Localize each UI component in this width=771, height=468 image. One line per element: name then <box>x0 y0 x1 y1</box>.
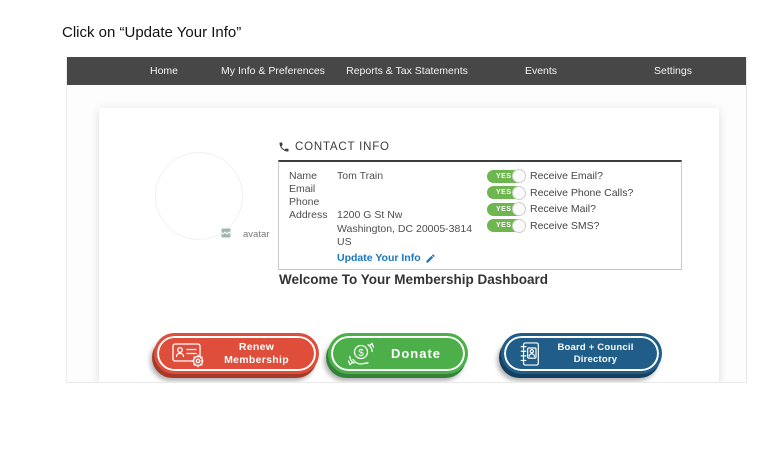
nav-item-reports[interactable]: Reports & Tax Statements <box>346 57 468 85</box>
pref-row-email: YES Receive Email? <box>487 168 633 185</box>
directory-book-icon <box>518 340 542 368</box>
communication-preferences: YES Receive Email? YES Receive Phone Cal… <box>487 168 633 234</box>
toggle-receive-sms[interactable]: YES <box>487 219 525 232</box>
toggle-knob <box>512 219 526 233</box>
renew-membership-label: Renew Membership <box>207 341 316 366</box>
nav-item-home[interactable]: Home <box>150 57 178 85</box>
toggle-state-label: YES <box>496 187 512 198</box>
toggle-state-label: YES <box>496 204 512 215</box>
donate-label: Donate <box>377 346 465 362</box>
field-value-name: Tom Train <box>337 170 383 182</box>
instruction-text: Click on “Update Your Info” <box>62 24 241 41</box>
toggle-state-label: YES <box>496 220 512 231</box>
main-navbar: Home My Info & Preferences Reports & Tax… <box>67 57 746 85</box>
toggle-knob <box>512 186 526 200</box>
renew-label-line2: Membership <box>207 354 306 367</box>
field-value-address-line3: US <box>337 236 352 248</box>
pref-label-sms: Receive SMS? <box>530 220 599 232</box>
contact-info-title: CONTACT INFO <box>295 141 390 153</box>
toggle-receive-phone-calls[interactable]: YES <box>487 186 525 199</box>
renew-membership-button[interactable]: Renew Membership <box>154 333 319 374</box>
board-council-directory-button[interactable]: Board + Council Directory <box>501 333 662 374</box>
toggle-knob <box>512 169 526 183</box>
field-value-address-line2: Washington, DC 20005-3814 <box>337 223 472 235</box>
contact-info-header: CONTACT INFO <box>278 141 390 153</box>
board-label-line1: Board + Council Directory <box>557 342 633 364</box>
contact-info-box: Name Tom Train Email Phone Address 1200 … <box>278 160 682 270</box>
phone-icon <box>278 141 290 153</box>
dashboard-card: avatar CONTACT INFO Name Tom Train Email… <box>99 108 719 383</box>
broken-image-icon <box>220 227 232 239</box>
pref-label-phone-calls: Receive Phone Calls? <box>530 187 633 199</box>
pref-row-phone-calls: YES Receive Phone Calls? <box>487 185 633 202</box>
avatar-alt-text: avatar <box>243 229 269 240</box>
pref-row-sms: YES Receive SMS? <box>487 218 633 235</box>
nav-item-events[interactable]: Events <box>525 57 557 85</box>
svg-text:$: $ <box>358 347 364 358</box>
donate-button[interactable]: $ Donate <box>328 333 468 374</box>
membership-dashboard-screenshot: Home My Info & Preferences Reports & Tax… <box>66 57 747 383</box>
pref-row-mail: YES Receive Mail? <box>487 201 633 218</box>
field-label-email: Email <box>289 183 315 195</box>
field-value-address-line1: 1200 G St Nw <box>337 209 402 221</box>
avatar: avatar <box>155 152 243 240</box>
pref-label-email: Receive Email? <box>530 170 603 182</box>
renew-label-line1: Renew <box>207 341 306 354</box>
board-council-label: Board + Council Directory <box>542 342 659 365</box>
donate-hand-money-icon: $ <box>345 339 377 369</box>
update-link-label: Update Your Info <box>337 252 421 264</box>
nav-item-my-info[interactable]: My Info & Preferences <box>221 57 325 85</box>
toggle-state-label: YES <box>496 171 512 182</box>
pencil-icon <box>425 253 436 264</box>
donate-label-line1: Donate <box>391 346 441 361</box>
welcome-heading: Welcome To Your Membership Dashboard <box>279 272 548 287</box>
toggle-knob <box>512 202 526 216</box>
toggle-receive-email[interactable]: YES <box>487 170 525 183</box>
update-your-info-link[interactable]: Update Your Info <box>337 252 436 264</box>
field-label-phone: Phone <box>289 196 319 208</box>
nav-item-settings[interactable]: Settings <box>654 57 692 85</box>
pref-label-mail: Receive Mail? <box>530 203 596 215</box>
toggle-receive-mail[interactable]: YES <box>487 203 525 216</box>
field-label-name: Name <box>289 170 317 182</box>
membership-card-icon <box>171 340 207 368</box>
field-label-address: Address <box>289 209 328 221</box>
